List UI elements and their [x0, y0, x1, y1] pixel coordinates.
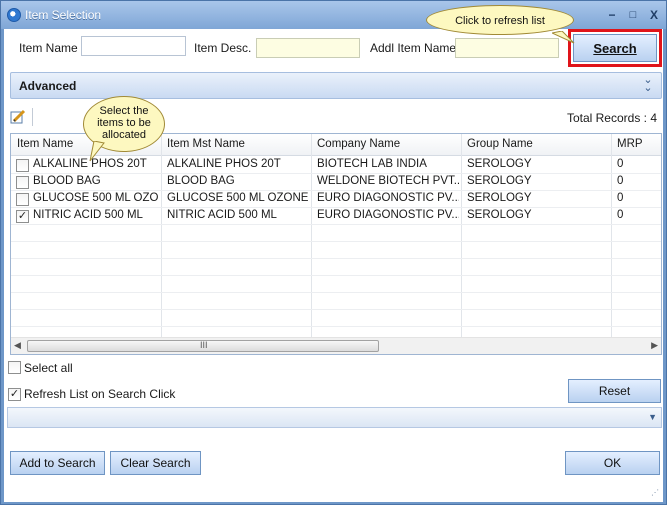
cell-company-name: EURO DIAGONOSTIC PV...: [317, 209, 459, 221]
clear-search-button[interactable]: Clear Search: [110, 451, 201, 475]
scroll-thumb[interactable]: III: [27, 340, 379, 352]
column-header-item-name[interactable]: Item Name: [17, 138, 73, 150]
search-button[interactable]: Search: [573, 34, 657, 62]
table-row[interactable]: ✓ NITRIC ACID 500 ML NITRIC ACID 500 ML …: [11, 208, 661, 225]
scroll-right-arrow-icon[interactable]: ▶: [651, 340, 658, 351]
add-to-search-button[interactable]: Add to Search: [10, 451, 105, 475]
item-desc-input[interactable]: [256, 38, 360, 58]
row-checkbox[interactable]: ✓: [16, 210, 29, 223]
bottom-dropdown[interactable]: ▼: [7, 407, 662, 428]
row-divider: [11, 275, 661, 276]
item-selection-window: Item Selection − □ X Item Name Item Desc…: [0, 0, 667, 505]
ok-button[interactable]: OK: [565, 451, 660, 475]
total-records: Total Records : 4: [566, 111, 657, 125]
resize-grip[interactable]: ⋰: [651, 489, 661, 500]
advanced-expander[interactable]: Advanced ⌄ ⌄: [10, 72, 662, 99]
cell-item-mst-name: BLOOD BAG: [167, 175, 235, 187]
table-row[interactable]: GLUCOSE 500 ML OZO... GLUCOSE 500 ML OZO…: [11, 191, 661, 208]
items-grid: Item Name Item Mst Name Company Name Gro…: [10, 133, 662, 355]
cell-item-mst-name: ALKALINE PHOS 20T: [167, 158, 281, 170]
item-name-label: Item Name: [19, 41, 78, 55]
cell-company-name: WELDONE BIOTECH PVT...: [317, 175, 459, 187]
select-all-label[interactable]: Select all: [24, 361, 73, 375]
double-chevron-down-icon[interactable]: ⌄ ⌄: [641, 75, 655, 94]
cell-item-name: GLUCOSE 500 ML OZO...: [33, 192, 159, 204]
cell-company-name: EURO DIAGONOSTIC PV...: [317, 192, 459, 204]
row-divider: [11, 292, 661, 293]
cell-mrp: 0: [617, 209, 624, 221]
refresh-on-search-label[interactable]: Refresh List on Search Click: [24, 387, 175, 401]
cell-mrp: 0: [617, 175, 624, 187]
column-header-mrp[interactable]: MRP: [617, 138, 643, 150]
row-divider: [11, 309, 661, 310]
dropdown-arrow-icon[interactable]: ▼: [648, 412, 657, 422]
select-items-hint-text: Select the items to be allocated: [97, 105, 151, 141]
cell-mrp: 0: [617, 158, 624, 170]
cell-item-name: BLOOD BAG: [33, 175, 101, 187]
reset-button[interactable]: Reset: [568, 379, 661, 403]
item-name-input[interactable]: [81, 36, 186, 56]
row-divider: [11, 326, 661, 327]
horizontal-scrollbar[interactable]: ◀ III ▶: [11, 337, 661, 354]
cell-item-mst-name: NITRIC ACID 500 ML: [167, 209, 277, 221]
maximize-button[interactable]: □: [625, 7, 641, 23]
addl-item-name-input[interactable]: [455, 38, 559, 58]
cell-group-name: SEROLOGY: [467, 158, 532, 170]
refresh-on-search-checkbox[interactable]: ✓: [8, 388, 21, 401]
app-icon: [7, 8, 21, 22]
table-row[interactable]: BLOOD BAG BLOOD BAG WELDONE BIOTECH PVT.…: [11, 174, 661, 191]
window-title: Item Selection: [25, 8, 102, 22]
refresh-hint-text: Click to refresh list: [455, 15, 545, 27]
column-header-item-mst-name[interactable]: Item Mst Name: [167, 138, 245, 150]
column-header-group-name[interactable]: Group Name: [467, 138, 533, 150]
cell-mrp: 0: [617, 192, 624, 204]
minimize-button[interactable]: −: [604, 7, 620, 23]
table-row[interactable]: ALKALINE PHOS 20T ALKALINE PHOS 20T BIOT…: [11, 157, 661, 174]
cell-group-name: SEROLOGY: [467, 192, 532, 204]
cell-company-name: BIOTECH LAB INDIA: [317, 158, 427, 170]
row-checkbox[interactable]: [16, 193, 29, 206]
row-checkbox[interactable]: [16, 159, 29, 172]
pencil-edit-icon[interactable]: [10, 109, 26, 125]
scroll-left-arrow-icon[interactable]: ◀: [14, 340, 21, 351]
column-header-company-name[interactable]: Company Name: [317, 138, 400, 150]
row-divider: [11, 258, 661, 259]
cell-group-name: SEROLOGY: [467, 175, 532, 187]
row-checkbox[interactable]: [16, 176, 29, 189]
scroll-grip: III: [200, 340, 208, 350]
cell-item-mst-name: GLUCOSE 500 ML OZONE: [167, 192, 309, 204]
select-all-checkbox[interactable]: [8, 361, 21, 374]
item-desc-label: Item Desc.: [194, 41, 252, 55]
addl-item-name-label: Addl Item Name: [370, 41, 457, 55]
advanced-label: Advanced: [19, 79, 77, 93]
cell-group-name: SEROLOGY: [467, 209, 532, 221]
refresh-callout-pointer: [552, 31, 575, 44]
dialog-body: Item Name Item Desc. Addl Item Name Sear…: [4, 5, 663, 502]
close-button[interactable]: X: [646, 7, 662, 23]
cell-item-name: NITRIC ACID 500 ML: [33, 209, 143, 221]
toolbar-separator: [32, 108, 33, 126]
select-callout-pointer: [89, 141, 105, 162]
row-divider: [11, 241, 661, 242]
